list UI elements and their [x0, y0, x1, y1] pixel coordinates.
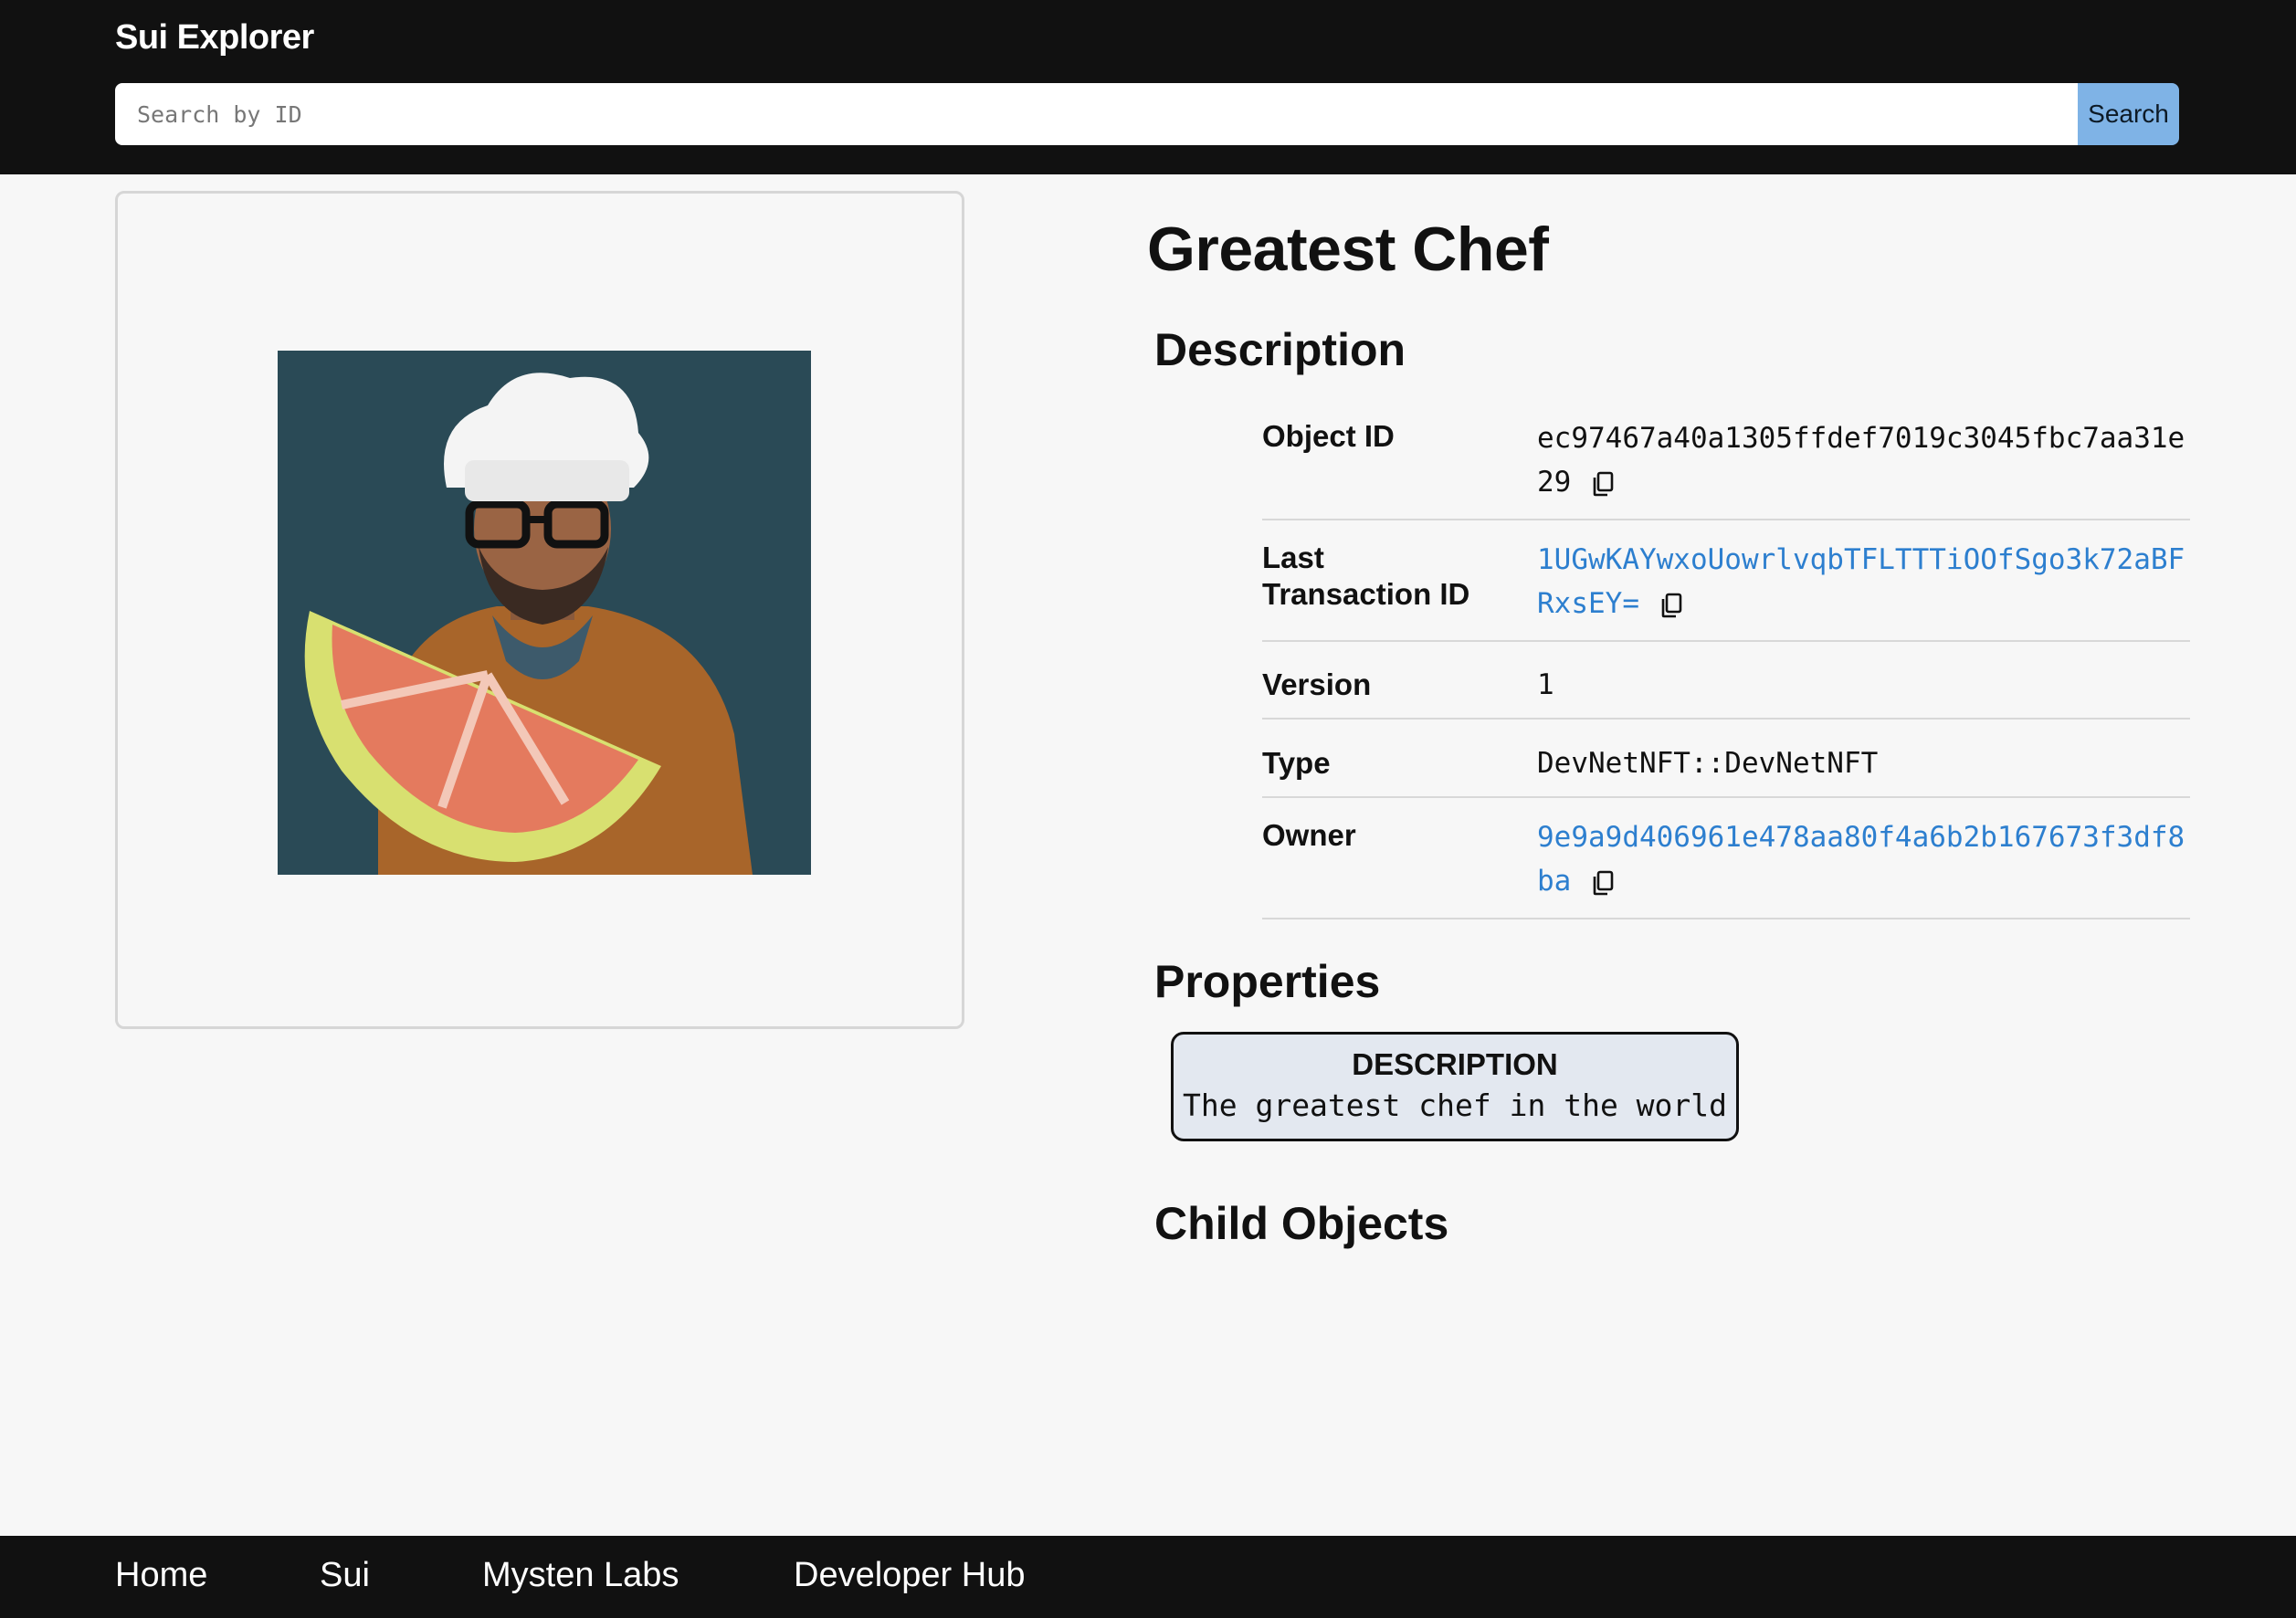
footer-link-home[interactable]: Home	[115, 1556, 207, 1595]
description-heading: Description	[1154, 324, 1406, 375]
owner-value: 9e9a9d406961e478aa80f4a6b2b167673f3df8ba	[1537, 815, 2190, 903]
type-value: DevNetNFT::DevNetNFT	[1537, 747, 1879, 780]
object-title: Greatest Chef	[1147, 215, 1549, 284]
last-transaction-link[interactable]: 1UGwKAYwxoUowrlvqbTFLTTTiOOfSgo3k72aBFRx…	[1537, 543, 2185, 620]
row-owner: Owner 9e9a9d406961e478aa80f4a6b2b167673f…	[1262, 812, 2190, 919]
version-value: 1	[1537, 668, 1554, 701]
nft-image	[278, 351, 811, 875]
row-label: Last Transaction ID	[1262, 541, 1470, 611]
search-bar: Search	[115, 83, 2179, 145]
row-type: Type DevNetNFT::DevNetNFT	[1262, 734, 2190, 798]
footer: Home Sui Mysten Labs Developer Hub	[0, 1536, 2296, 1618]
search-button[interactable]: Search	[2078, 83, 2179, 145]
nft-image-card	[115, 191, 964, 1029]
row-label: Version	[1262, 667, 1372, 701]
search-input[interactable]	[115, 83, 2078, 145]
property-value: The greatest chef in the world	[1182, 1087, 1728, 1123]
footer-link-sui[interactable]: Sui	[320, 1556, 370, 1595]
copy-icon[interactable]	[1659, 592, 1685, 619]
top-header: Sui Explorer Search	[0, 0, 2296, 174]
child-objects-heading: Child Objects	[1154, 1198, 1449, 1249]
row-label: Type	[1262, 746, 1331, 780]
brand-title[interactable]: Sui Explorer	[115, 18, 314, 58]
object-id-text[interactable]: ec97467a40a1305ffdef7019c3045fbc7aa31e29	[1537, 422, 2185, 499]
copy-icon[interactable]	[1591, 869, 1617, 897]
copy-icon[interactable]	[1591, 470, 1617, 498]
row-label: Object ID	[1262, 419, 1395, 453]
properties-heading: Properties	[1154, 956, 1381, 1007]
object-id-value: ec97467a40a1305ffdef7019c3045fbc7aa31e29	[1537, 416, 2190, 504]
last-transaction-value: 1UGwKAYwxoUowrlvqbTFLTTTiOOfSgo3k72aBFRx…	[1537, 538, 2190, 625]
row-version: Version 1	[1262, 656, 2190, 720]
footer-link-mysten-labs[interactable]: Mysten Labs	[482, 1556, 679, 1595]
property-card: DESCRIPTION The greatest chef in the wor…	[1171, 1032, 1739, 1141]
owner-link[interactable]: 9e9a9d406961e478aa80f4a6b2b167673f3df8ba	[1537, 821, 2185, 898]
footer-link-developer-hub[interactable]: Developer Hub	[794, 1556, 1025, 1595]
row-label: Owner	[1262, 818, 1356, 852]
property-key: DESCRIPTION	[1352, 1047, 1558, 1081]
row-object-id: Object ID ec97467a40a1305ffdef7019c3045f…	[1262, 413, 2190, 520]
row-last-transaction-id: Last Transaction ID 1UGwKAYwxoUowrlvqbTF…	[1262, 534, 2190, 642]
